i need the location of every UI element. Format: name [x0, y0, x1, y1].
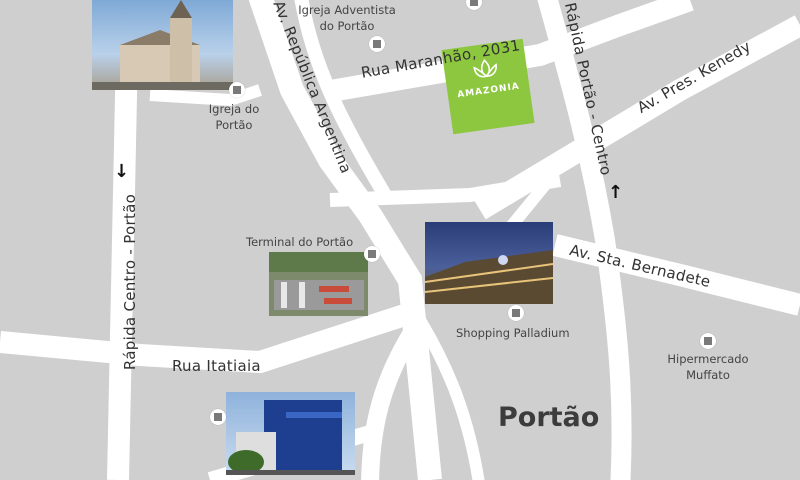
logo-name: AMAZONIA	[456, 81, 521, 101]
bus-terminal-photo	[269, 252, 368, 316]
map-view[interactable]: AMAZONIA Rua Maranhão, 2031 Av. Repúblic…	[0, 0, 800, 480]
map-pin-icon[interactable]	[210, 409, 226, 425]
map-pin-icon[interactable]	[369, 36, 385, 52]
map-pin-icon[interactable]	[508, 305, 524, 321]
building-photo	[226, 392, 355, 475]
map-pin-icon[interactable]	[700, 333, 716, 349]
hipermercado-text: Hipermercado Muffato	[667, 352, 749, 382]
igreja-portao-label: Igreja do Portão	[208, 102, 260, 133]
shopping-mall-photo	[425, 222, 553, 304]
rapida-centro-portao-label: Rápida Centro - Portão	[121, 193, 140, 371]
igreja-adventista-text: Igreja Adventista do Portão	[298, 3, 396, 33]
igreja-adventista-label: Igreja Adventista do Portão	[294, 3, 400, 34]
arrow-down-icon: ↓	[114, 161, 130, 182]
district-name: Portão	[498, 402, 600, 433]
igreja-portao-text: Igreja do Portão	[208, 102, 260, 132]
rua-itatiaia-label: Rua Itatiaia	[172, 357, 261, 375]
shopping-label: Shopping Palladium	[456, 326, 570, 340]
terminal-label: Terminal do Portão	[246, 235, 354, 249]
hipermercado-label: Hipermercado Muffato	[660, 352, 756, 383]
church-photo	[92, 0, 233, 90]
arrow-up-icon: ↑	[608, 182, 624, 203]
map-pin-icon[interactable]	[364, 246, 380, 262]
map-pin-icon[interactable]	[229, 82, 245, 98]
